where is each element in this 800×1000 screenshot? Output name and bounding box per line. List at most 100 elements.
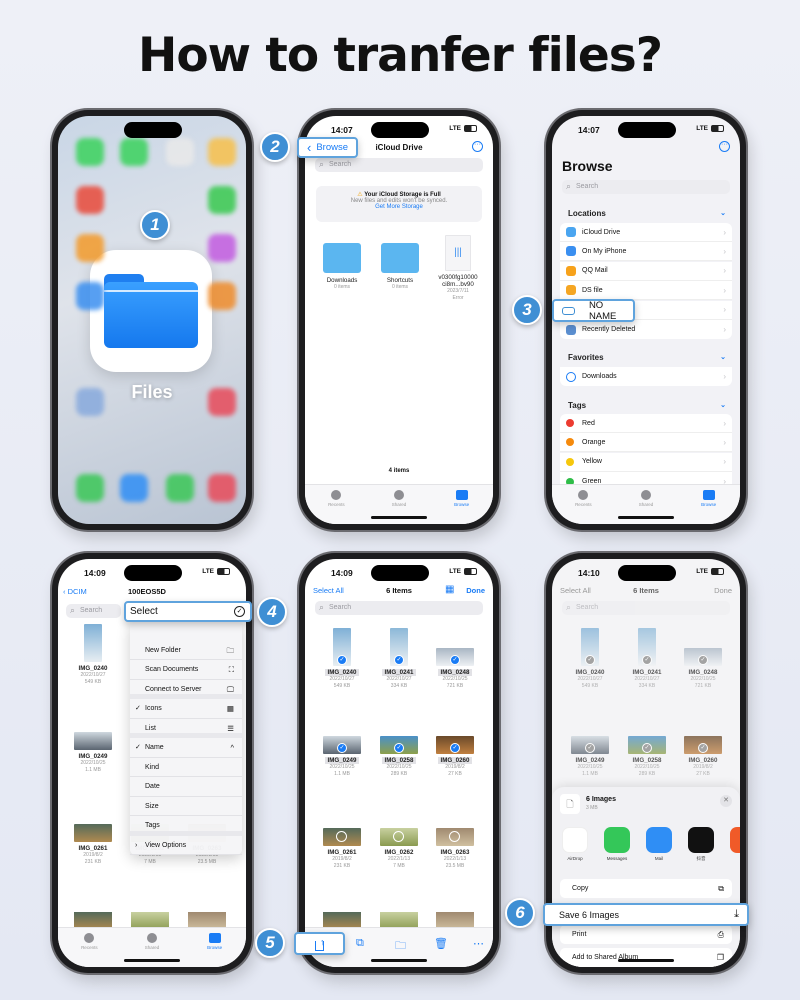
section-header-locations[interactable]: Locations ⌄ xyxy=(568,209,726,218)
share-app-mail[interactable]: Mail xyxy=(646,827,672,861)
action-add-to-shared-album[interactable]: Add to Shared Album ❐ xyxy=(560,948,732,967)
search-input[interactable]: Search xyxy=(562,600,730,615)
file-item[interactable]: ✓ IMG_0241 2022/10/27 334 KB xyxy=(619,628,675,690)
menu-item-name[interactable]: ✓ Name ^ xyxy=(130,738,242,758)
sidebar-item-downloads[interactable]: Downloads › xyxy=(560,367,732,386)
share-app-抖音[interactable]: 抖音 xyxy=(688,827,714,862)
action-icon: ⎙ xyxy=(717,930,724,939)
file-item[interactable]: ✓ IMG_0248 2022/10/25 721 KB xyxy=(675,628,731,690)
sidebar-item-on-my-iphone[interactable]: On My iPhone › xyxy=(560,242,732,262)
file-item[interactable]: ✓ IMG_0249 2022/10/25 1.1 MB xyxy=(562,716,618,778)
file-item[interactable]: ✓ IMG_0248 2022/10/25 721 KB xyxy=(427,628,483,690)
duplicate-icon[interactable]: ⧉ xyxy=(356,937,364,950)
file-item[interactable]: ✓ IMG_0258 2022/10/25 289 KB xyxy=(619,716,675,778)
folder-title[interactable]: 100EOS5D xyxy=(128,587,166,596)
file-item[interactable]: ✓ IMG_0240 2022/10/27 549 KB xyxy=(314,628,370,690)
menu-item-tags[interactable]: Tags xyxy=(130,816,242,836)
search-input[interactable]: Search xyxy=(562,179,730,194)
tab-recents[interactable]: Recents xyxy=(69,933,109,967)
chevron-down-icon[interactable]: ⌄ xyxy=(720,353,726,361)
sidebar-item-orange[interactable]: Orange › xyxy=(560,433,732,453)
close-icon[interactable]: ✕ xyxy=(720,795,732,807)
menu-item-icons[interactable]: ✓ Icons ▦ xyxy=(130,699,242,719)
list-item[interactable]: Downloads 0 items xyxy=(317,243,367,291)
selection-circle-icon[interactable] xyxy=(336,831,347,842)
menu-item-list[interactable]: List ☰ xyxy=(130,719,242,738)
selected-checkmark-icon[interactable]: ✓ xyxy=(585,655,595,665)
grid-view-icon[interactable]: ▦ xyxy=(445,584,454,595)
sidebar-item-ds-file[interactable]: DS file › xyxy=(560,281,732,301)
file-item[interactable]: IMG_02622022/1/137 MB xyxy=(371,808,427,870)
file-item[interactable]: ✓ IMG_0260 2019/8/2 27 KB xyxy=(427,716,483,778)
menu-item-view-options[interactable]: › View Options xyxy=(130,836,242,855)
file-item[interactable]: ✓ IMG_0240 2022/10/27 549 KB xyxy=(562,628,618,690)
menu-item-kind[interactable]: Kind xyxy=(130,758,242,777)
selected-checkmark-icon[interactable]: ✓ xyxy=(450,743,460,753)
menu-item-date[interactable]: Date xyxy=(130,777,242,797)
more-icon[interactable]: ··· xyxy=(472,141,483,152)
sidebar-item-icloud-drive[interactable]: iCloud Drive › xyxy=(560,223,732,242)
menu-item-connect-to-server[interactable]: Connect to Server 🖵 xyxy=(130,680,242,699)
tab-recents[interactable]: Recents xyxy=(316,490,356,524)
selection-circle-icon[interactable] xyxy=(449,831,460,842)
more-icon[interactable]: ⋯ xyxy=(473,937,484,950)
save-images-callout[interactable]: Save 6 Images ⤓ xyxy=(543,903,749,926)
files-app-icon[interactable] xyxy=(90,250,212,372)
done-button[interactable]: Done xyxy=(714,586,732,595)
file-item[interactable]: IMG_0261 2019/8/2 231 KB xyxy=(314,808,370,870)
menu-item-size[interactable]: Size xyxy=(130,797,242,816)
chevron-down-icon[interactable]: ⌄ xyxy=(720,209,726,217)
more-icon[interactable]: ··· xyxy=(719,141,730,152)
selected-checkmark-icon[interactable]: ✓ xyxy=(698,655,708,665)
action-copy[interactable]: Copy ⧉ xyxy=(560,879,732,898)
sidebar-item-yellow[interactable]: Yellow › xyxy=(560,452,732,472)
get-more-storage-link[interactable]: Get More Storage xyxy=(316,204,482,210)
browse-back-button-callout[interactable]: ‹ Browse xyxy=(297,137,358,158)
trash-icon[interactable]: 🗑 xyxy=(434,937,448,950)
section-header-favorites[interactable]: Favorites ⌄ xyxy=(568,353,726,362)
selected-checkmark-icon[interactable]: ✓ xyxy=(642,743,652,753)
share-button-callout[interactable]: ↑ xyxy=(294,932,345,955)
selection-circle-icon[interactable] xyxy=(393,831,404,842)
file-item[interactable]: IMG_0261 2019/8/2 231 KB xyxy=(65,804,121,866)
folder-icon[interactable]: 🗀 xyxy=(395,937,406,956)
tab-recents[interactable]: Recents xyxy=(563,490,603,524)
file-item[interactable]: ✓ IMG_0241 2022/10/27 334 KB xyxy=(371,628,427,690)
file-item[interactable]: ✓ IMG_0260 2019/8/2 27 KB xyxy=(675,716,731,778)
selected-checkmark-icon[interactable]: ✓ xyxy=(450,655,460,665)
file-item[interactable]: IMG_0249 2022/10/25 1.1 MB xyxy=(65,712,121,774)
no-name-drive-callout[interactable]: NO NAME xyxy=(552,299,635,322)
selected-checkmark-icon[interactable]: ✓ xyxy=(642,655,652,665)
tab-browse[interactable]: Browse xyxy=(689,490,729,524)
selected-checkmark-icon[interactable]: ✓ xyxy=(394,655,404,665)
share-app-messages[interactable]: Messages xyxy=(604,827,630,861)
selected-checkmark-icon[interactable]: ✓ xyxy=(585,743,595,753)
search-input[interactable]: Search xyxy=(315,157,483,172)
search-input[interactable]: Search xyxy=(315,600,483,615)
back-button[interactable]: ‹ DCIM xyxy=(63,587,87,596)
chevron-down-icon[interactable]: ⌄ xyxy=(720,401,726,409)
file-item[interactable]: IMG_0240 2022/10/27 549 KB xyxy=(65,624,121,686)
selected-checkmark-icon[interactable]: ✓ xyxy=(337,743,347,753)
file-item[interactable]: IMG_02632022/1/1323.5 MB xyxy=(427,808,483,870)
list-item[interactable]: Shortcuts 0 items xyxy=(375,243,425,291)
menu-item-scan-documents[interactable]: Scan Documents ⛶ xyxy=(130,660,242,680)
done-button[interactable]: Done xyxy=(466,586,485,595)
search-input[interactable]: Search xyxy=(66,603,121,618)
file-item[interactable]: ✓ IMG_0249 2022/10/25 1.1 MB xyxy=(314,716,370,778)
selected-checkmark-icon[interactable]: ✓ xyxy=(394,743,404,753)
share-app-airdrop[interactable]: AirDrop xyxy=(562,827,588,861)
selected-checkmark-icon[interactable]: ✓ xyxy=(698,743,708,753)
sidebar-item-qq-mail[interactable]: QQ Mail › xyxy=(560,261,732,281)
tab-browse[interactable]: Browse xyxy=(442,490,482,524)
file-item[interactable]: ✓ IMG_0258 2022/10/25 289 KB xyxy=(371,716,427,778)
selected-checkmark-icon[interactable]: ✓ xyxy=(337,655,347,665)
list-item[interactable]: ||| v0300fg10000 ci8m...bv90 2023/7/11 Erro… xyxy=(433,235,483,302)
select-menu-item-callout[interactable]: Select ✓ xyxy=(124,601,252,622)
tab-browse[interactable]: Browse xyxy=(195,933,235,967)
menu-item-new-folder[interactable]: New Folder 🗀 xyxy=(130,641,242,660)
sidebar-item-red[interactable]: Red › xyxy=(560,414,732,433)
sidebar-item-recently-deleted[interactable]: Recently Deleted › xyxy=(560,320,732,339)
action-print[interactable]: Print ⎙ xyxy=(560,925,732,944)
section-header-tags[interactable]: Tags ⌄ xyxy=(568,401,726,410)
